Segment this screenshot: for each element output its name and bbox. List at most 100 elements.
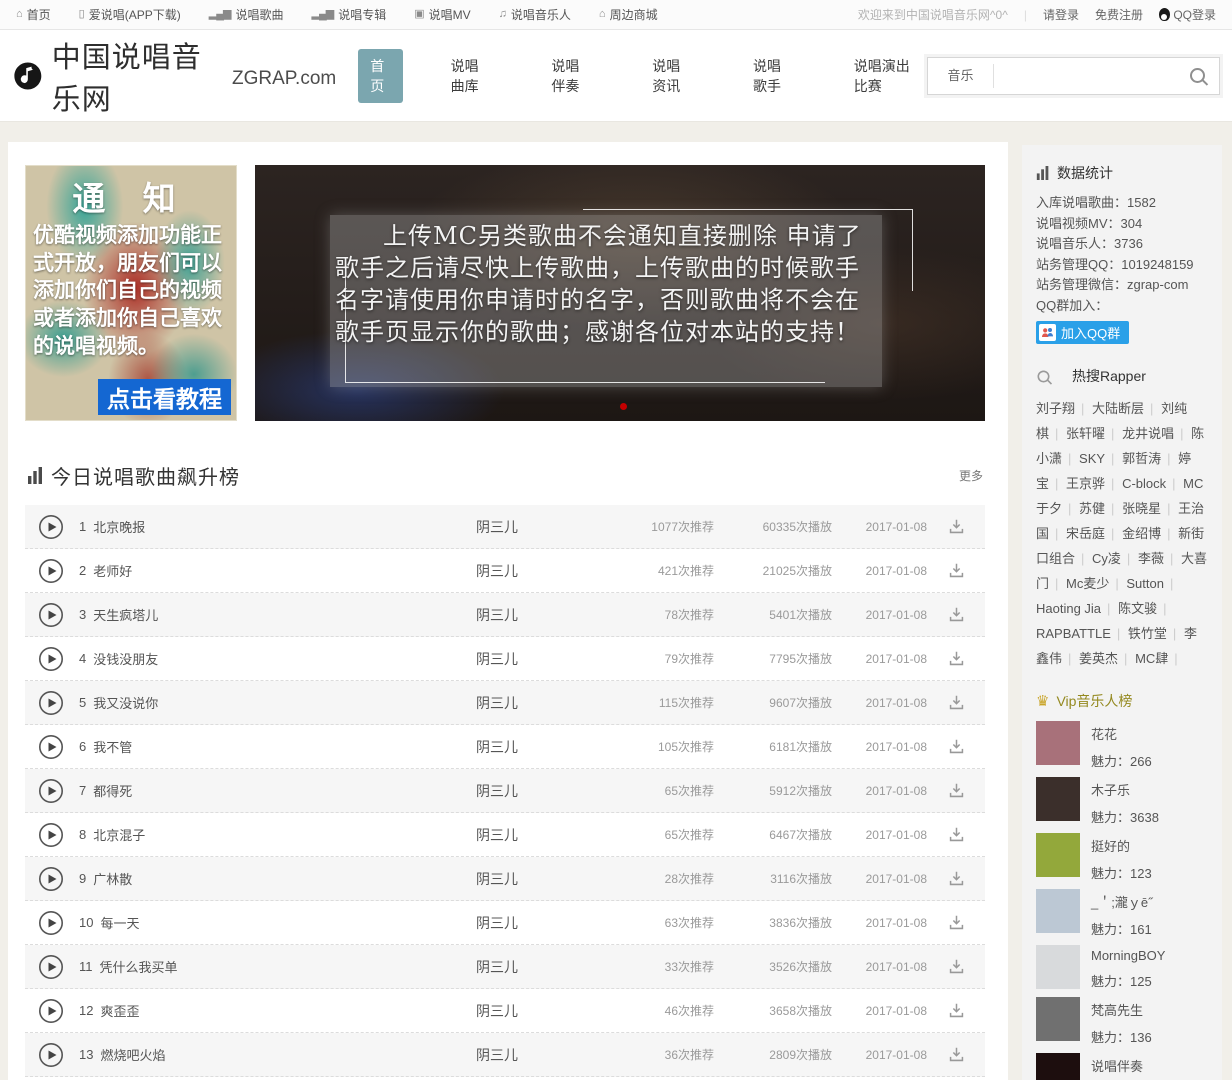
download-button[interactable]	[947, 649, 966, 668]
play-button[interactable]	[38, 778, 64, 804]
main-nav-item[interactable]: 说唱曲库	[439, 49, 504, 103]
download-button[interactable]	[947, 1045, 966, 1064]
song-title[interactable]: 广林散	[93, 869, 132, 888]
vip-musician-name[interactable]: 花花	[1091, 724, 1152, 743]
rapper-link[interactable]: Mc麦少	[1066, 576, 1123, 591]
download-button[interactable]	[947, 913, 966, 932]
song-title[interactable]: 我不管	[93, 737, 132, 756]
top-nav-item[interactable]: 说唱专辑	[311, 6, 386, 23]
download-button[interactable]	[947, 781, 966, 800]
download-button[interactable]	[947, 693, 966, 712]
play-button[interactable]	[38, 910, 64, 936]
download-button[interactable]	[947, 825, 966, 844]
play-button[interactable]	[38, 822, 64, 848]
song-title[interactable]: 燃烧吧火焰	[100, 1045, 165, 1064]
play-button[interactable]	[38, 866, 64, 892]
avatar[interactable]	[1036, 889, 1080, 933]
song-artist[interactable]: 阴三儿	[476, 693, 594, 713]
download-button[interactable]	[947, 957, 966, 976]
song-artist[interactable]: 阴三儿	[476, 825, 594, 845]
song-artist[interactable]: 阴三儿	[476, 869, 594, 889]
download-button[interactable]	[947, 737, 966, 756]
avatar[interactable]	[1036, 1053, 1080, 1080]
song-artist[interactable]: 阴三儿	[476, 781, 594, 801]
rapper-link[interactable]: MC肆	[1135, 651, 1182, 666]
carousel[interactable]: 上传MC另类歌曲不会通知直接删除 申请了歌手之后请尽快上传歌曲，上传歌曲的时候歌…	[255, 165, 985, 421]
song-title[interactable]: 每一天	[100, 913, 139, 932]
rapper-link[interactable]: Haoting Jia	[1036, 601, 1114, 616]
avatar[interactable]	[1036, 833, 1080, 877]
rapper-link[interactable]: 姜英杰	[1079, 651, 1131, 666]
song-artist[interactable]: 阴三儿	[476, 957, 594, 977]
rapper-link[interactable]: 苏健	[1079, 501, 1118, 516]
rapper-link[interactable]: 金绍博	[1122, 526, 1174, 541]
play-button[interactable]	[38, 954, 64, 980]
vip-musician-name[interactable]: 说唱伴奏	[1091, 1056, 1159, 1075]
song-artist[interactable]: 阴三儿	[476, 649, 594, 669]
play-button[interactable]	[38, 690, 64, 716]
vip-musician-name[interactable]: MorningBOY	[1091, 948, 1165, 963]
top-nav-item[interactable]: 说唱MV	[414, 6, 471, 23]
play-button[interactable]	[38, 734, 64, 760]
top-nav-item[interactable]: 爱说唱(APP下载)	[79, 6, 181, 23]
rapper-link[interactable]: 陈文骏	[1118, 601, 1170, 616]
song-title[interactable]: 天生疯塔儿	[93, 605, 158, 624]
song-artist[interactable]: 阴三儿	[476, 1001, 594, 1021]
rapper-link[interactable]: 大陆断层	[1092, 401, 1157, 416]
song-artist[interactable]: 阴三儿	[476, 737, 594, 757]
song-title[interactable]: 凭什么我买单	[100, 957, 178, 976]
vip-musician-name[interactable]: 挺好的	[1091, 836, 1152, 855]
song-artist[interactable]: 阴三儿	[476, 517, 594, 537]
notice-banner[interactable]: 通 知 优酷视频添加功能正式开放，朋友们可以添加你们自己的视频或者添加你自己喜欢…	[25, 165, 237, 421]
download-button[interactable]	[947, 605, 966, 624]
rapper-link[interactable]: 郭哲涛	[1122, 451, 1174, 466]
song-title[interactable]: 我又没说你	[93, 693, 158, 712]
rapper-link[interactable]: 张轩曜	[1066, 426, 1118, 441]
rapper-link[interactable]: Cy凌	[1092, 551, 1134, 566]
download-button[interactable]	[947, 561, 966, 580]
notice-tutorial-button[interactable]: 点击看教程	[98, 379, 231, 415]
download-button[interactable]	[947, 517, 966, 536]
download-button[interactable]	[947, 1001, 966, 1020]
top-nav-item[interactable]: 说唱音乐人	[499, 6, 571, 23]
play-button[interactable]	[38, 998, 64, 1024]
rapper-link[interactable]: Sutton	[1126, 576, 1177, 591]
carousel-indicator-dot[interactable]	[620, 403, 627, 410]
song-title[interactable]: 爽歪歪	[100, 1001, 139, 1020]
search-input[interactable]	[994, 59, 1190, 92]
search-icon[interactable]	[1190, 68, 1205, 83]
rapper-link[interactable]: 宋岳庭	[1066, 526, 1118, 541]
rapper-link[interactable]: C-block	[1122, 476, 1179, 491]
join-qq-group-button[interactable]: 加入QQ群	[1036, 321, 1130, 344]
main-nav-item[interactable]: 说唱演出比赛	[842, 49, 927, 103]
rapper-link[interactable]: SKY	[1079, 451, 1118, 466]
rapper-link[interactable]: 龙井说唱	[1122, 426, 1187, 441]
avatar[interactable]	[1036, 777, 1080, 821]
play-button[interactable]	[38, 646, 64, 672]
song-artist[interactable]: 阴三儿	[476, 1045, 594, 1065]
search-category-select[interactable]: 音乐	[928, 63, 994, 88]
top-nav-item[interactable]: 周边商城	[599, 6, 658, 23]
vip-musician-name[interactable]: _＇;瀧ｙē˝	[1091, 892, 1152, 911]
login-link[interactable]: 请登录	[1043, 6, 1079, 23]
song-title[interactable]: 北京晚报	[93, 517, 145, 536]
rapper-link[interactable]: 铁竹堂	[1128, 626, 1180, 641]
play-button[interactable]	[38, 602, 64, 628]
avatar[interactable]	[1036, 721, 1080, 765]
register-link[interactable]: 免费注册	[1095, 6, 1143, 23]
site-logo[interactable]: 中国说唱音乐网 ZGRAP.com	[12, 34, 336, 118]
rapper-link[interactable]: 李薇	[1138, 551, 1177, 566]
rapper-link[interactable]: 刘子翔	[1036, 401, 1088, 416]
song-artist[interactable]: 阴三儿	[476, 913, 594, 933]
main-nav-item[interactable]: 首页	[358, 48, 403, 103]
top-nav-item[interactable]: 说唱歌曲	[209, 6, 283, 23]
main-nav-item[interactable]: 说唱资讯	[640, 49, 705, 103]
play-button[interactable]	[38, 514, 64, 540]
main-nav-item[interactable]: 说唱歌手	[741, 49, 806, 103]
more-link[interactable]: 更多	[959, 467, 983, 484]
song-artist[interactable]: 阴三儿	[476, 561, 594, 581]
play-button[interactable]	[38, 1042, 64, 1068]
song-title[interactable]: 北京混子	[93, 825, 145, 844]
top-nav-item[interactable]: 首页	[16, 6, 51, 23]
avatar[interactable]	[1036, 997, 1080, 1041]
